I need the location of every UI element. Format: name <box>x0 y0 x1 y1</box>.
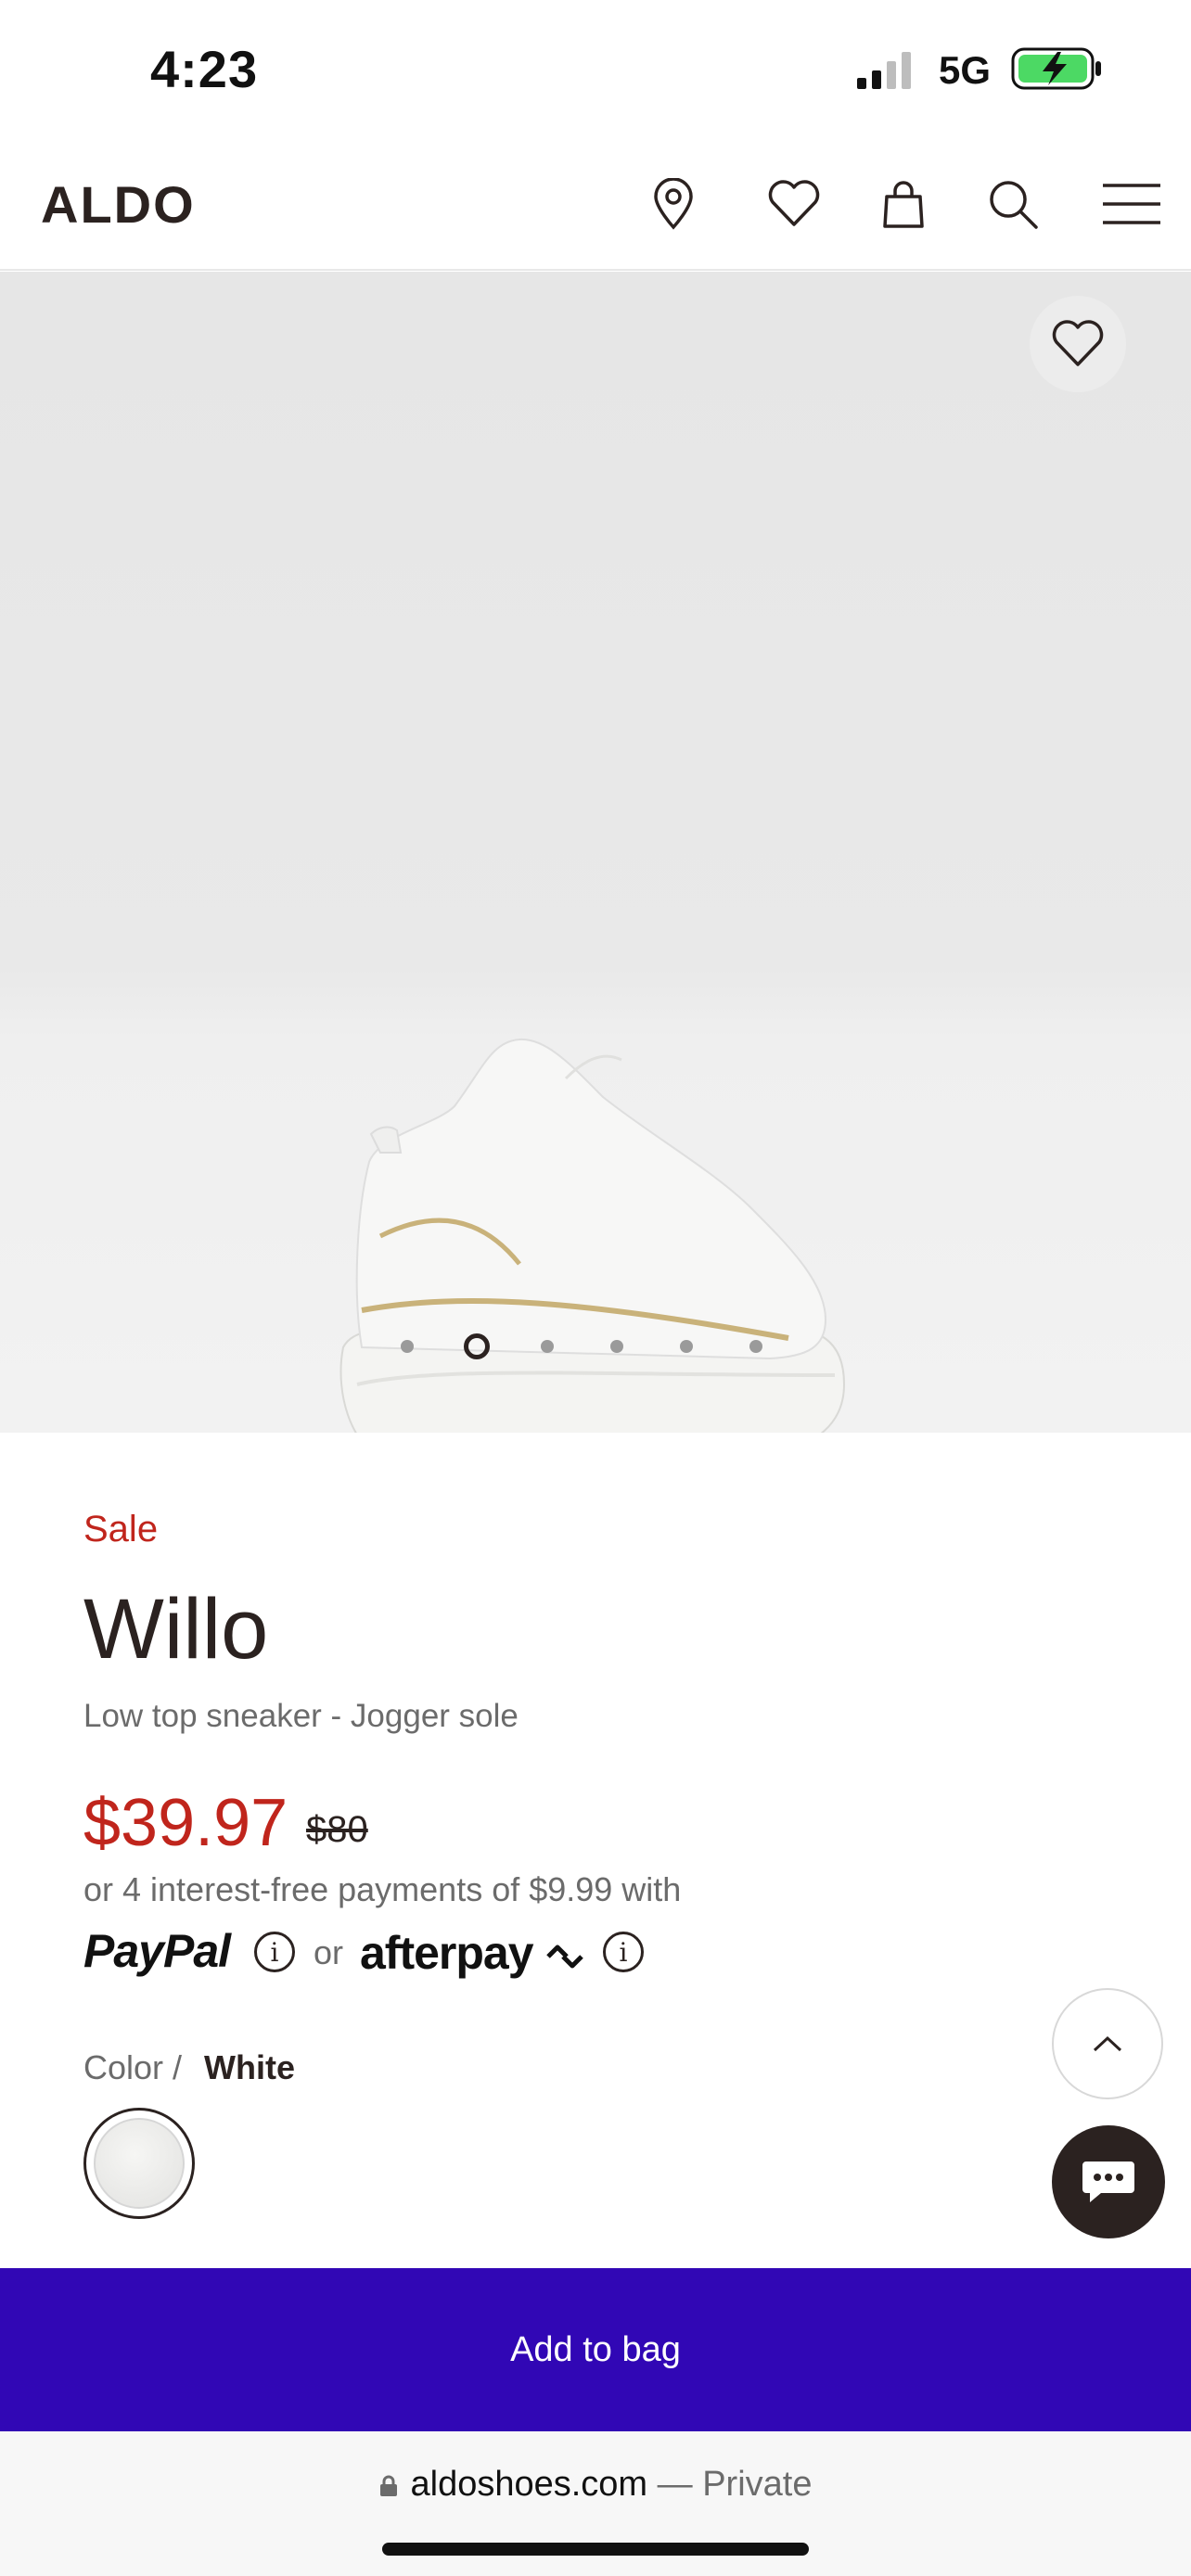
gallery-dot-active[interactable] <box>464 1333 490 1359</box>
or-text: or <box>314 1933 344 1971</box>
heart-outline-icon[interactable] <box>1030 296 1126 392</box>
chat-bubble-icon <box>1082 2162 1134 2202</box>
afterpay-logo: afterpay <box>360 1926 585 1980</box>
status-time: 4:23 <box>150 40 259 98</box>
chevron-up-icon <box>1093 2035 1122 2052</box>
status-bar: 4:23 5G <box>0 0 1191 139</box>
site-header: ALDO <box>0 139 1191 271</box>
color-swatch-white[interactable] <box>83 2108 195 2219</box>
home-indicator[interactable] <box>382 2543 809 2556</box>
gallery-dot[interactable] <box>541 1340 554 1353</box>
url-domain: aldoshoes.com <box>410 2465 648 2504</box>
svg-text:ALDO: ALDO <box>41 180 196 228</box>
afterpay-arrows-icon <box>546 1945 584 1969</box>
installments-text: or 4 interest-free payments of $9.99 wit… <box>83 1870 682 1908</box>
search-icon[interactable] <box>976 167 1050 241</box>
gallery-dot[interactable] <box>401 1340 414 1353</box>
store-locator-icon[interactable] <box>636 167 711 241</box>
chat-button[interactable] <box>1052 2125 1165 2238</box>
aldo-logo[interactable]: ALDO <box>41 180 256 228</box>
battery-charging-icon <box>1011 47 1101 90</box>
bag-icon[interactable] <box>866 167 941 241</box>
gallery-dot[interactable] <box>610 1340 623 1353</box>
color-label: Color / <box>83 2048 183 2086</box>
afterpay-wordmark: afterpay <box>360 1927 534 1979</box>
swatch-fill <box>94 2118 185 2209</box>
paypal-logo: PayPal <box>83 1925 231 1977</box>
gallery-dot[interactable] <box>749 1340 762 1353</box>
product-name: Willo <box>83 1582 269 1677</box>
menu-icon[interactable] <box>1095 167 1169 241</box>
url-display[interactable]: aldoshoes.com — Private <box>0 2465 1191 2505</box>
gallery-pagination <box>0 1329 1191 1366</box>
lock-icon <box>379 2475 397 2496</box>
color-value: White <box>204 2048 295 2086</box>
paypal-info-icon[interactable]: i <box>254 1932 295 1972</box>
product-image-gallery[interactable] <box>0 272 1191 1433</box>
sale-price: $39.97 <box>83 1786 288 1860</box>
sale-badge: Sale <box>83 1509 159 1549</box>
product-description: Low top sneaker - Jogger sole <box>83 1698 519 1734</box>
network-type: 5G <box>939 48 992 92</box>
scroll-to-top-button[interactable] <box>1052 1988 1163 2099</box>
original-price: $80 <box>306 1809 368 1850</box>
private-label: — Private <box>647 2465 813 2504</box>
gallery-dot[interactable] <box>680 1340 693 1353</box>
afterpay-info-icon[interactable]: i <box>603 1932 644 1972</box>
add-to-bag-button[interactable]: Add to bag <box>0 2268 1191 2431</box>
signal-icon <box>857 52 911 89</box>
wishlist-icon[interactable] <box>757 167 831 241</box>
